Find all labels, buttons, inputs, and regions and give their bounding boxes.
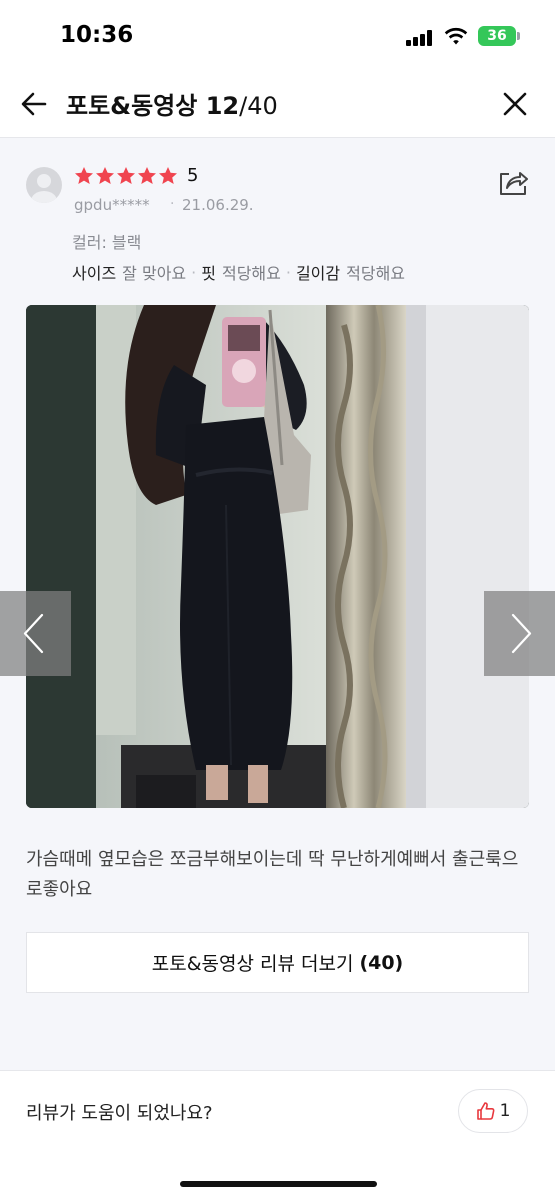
rating-value: 5: [187, 165, 199, 186]
avatar: [26, 167, 62, 203]
star-icon: [138, 167, 156, 184]
more-reviews-button[interactable]: 포토&동영상 리뷰 더보기 (40): [26, 932, 529, 993]
page-title-label: 포토&동영상: [66, 92, 198, 120]
like-count: 1: [499, 1101, 511, 1121]
page-title: 포토&동영상 12/40: [66, 86, 278, 121]
nav-bar: 포토&동영상 12/40: [0, 72, 555, 138]
photo-counter-total: 40: [247, 92, 278, 120]
wifi-icon: [444, 27, 468, 45]
status-time: 10:36: [60, 22, 134, 48]
home-indicator: [180, 1181, 377, 1187]
review-photo[interactable]: [26, 305, 529, 808]
photo-counter-separator: /: [239, 92, 248, 120]
attr-separator: ·: [191, 262, 197, 282]
chevron-right-icon: [511, 613, 532, 654]
attr-length-key: 길이감: [295, 264, 341, 283]
signal-icon: [406, 30, 434, 46]
more-reviews-count: (40): [359, 951, 404, 974]
attr-fit-value: 적당해요: [221, 264, 281, 283]
arrow-left-icon[interactable]: [16, 86, 52, 122]
star-icon: [117, 167, 135, 184]
star-icon: [159, 167, 177, 184]
helpful-question: 리뷰가 도움이 되었나요?: [26, 1103, 213, 1124]
review-text: 가슴때메 옆모습은 쪼금부해보이는데 딱 무난하게예뻐서 출근룩으로좋아요: [26, 849, 519, 900]
more-reviews-label: 포토&동영상 리뷰 더보기: [151, 953, 354, 975]
product-option: 컬러: 블랙: [72, 233, 142, 252]
attr-size-value: 잘 맞아요: [122, 264, 187, 283]
user-silhouette-icon: [31, 174, 57, 203]
review-card: 5 gpdu***** · 21.06.29. 컬러: 블랙 사이즈 잘 맞아요…: [0, 139, 555, 1069]
share-icon[interactable]: [494, 163, 532, 201]
star-icon: [75, 167, 93, 184]
prev-photo-button[interactable]: [0, 591, 71, 676]
like-button[interactable]: 1: [458, 1089, 528, 1133]
battery-icon: 36: [478, 26, 516, 46]
review-photo-image: [26, 305, 529, 808]
star-rating: [74, 165, 179, 187]
review-date: 21.06.29.: [182, 196, 254, 214]
thumbs-up-icon: [476, 1102, 495, 1120]
helpful-bar: 리뷰가 도움이 되었나요? 1: [0, 1070, 555, 1200]
meta-separator: ·: [170, 196, 175, 212]
photo-counter-current: 12: [205, 92, 240, 120]
close-icon[interactable]: [497, 86, 533, 122]
attr-separator: ·: [285, 262, 291, 282]
fit-attributes: 사이즈 잘 맞아요 · 핏 적당해요 · 길이감 적당해요: [72, 260, 405, 284]
attr-size-key: 사이즈: [72, 264, 117, 283]
chevron-left-icon: [23, 613, 44, 654]
reviewer-id: gpdu*****: [74, 196, 150, 214]
status-bar: 10:36 36: [0, 0, 555, 72]
star-icon: [96, 167, 114, 184]
attr-fit-key: 핏: [201, 264, 216, 283]
battery-tip: [517, 32, 520, 40]
next-photo-button[interactable]: [484, 591, 555, 676]
attr-length-value: 적당해요: [346, 264, 406, 283]
